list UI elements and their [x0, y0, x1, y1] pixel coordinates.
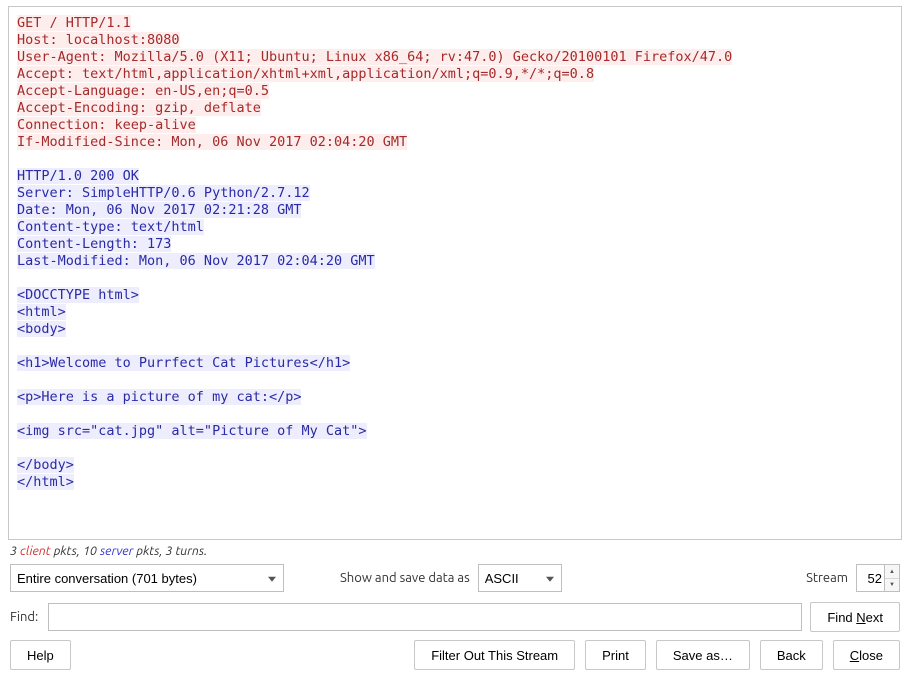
format-select[interactable]: ASCII: [478, 564, 562, 592]
stream-up-button[interactable]: ▲: [885, 565, 899, 579]
find-label: Find:: [10, 610, 40, 624]
conversation-select[interactable]: Entire conversation (701 bytes): [10, 564, 284, 592]
show-save-label: Show and save data as: [340, 571, 470, 585]
print-button[interactable]: Print: [585, 640, 646, 670]
stream-down-button[interactable]: ▼: [885, 579, 899, 592]
find-row: Find: Find Next: [10, 602, 900, 632]
packet-stats: 3 client pkts, 10 server pkts, 3 turns.: [10, 544, 900, 558]
back-button[interactable]: Back: [760, 640, 823, 670]
display-options-row: Entire conversation (701 bytes) Show and…: [10, 564, 900, 592]
stream-number-input[interactable]: [856, 564, 884, 592]
action-button-row: Help Filter Out This Stream Print Save a…: [10, 640, 900, 670]
save-as-button[interactable]: Save as…: [656, 640, 750, 670]
close-button[interactable]: Close: [833, 640, 900, 670]
stream-text: GET / HTTP/1.1 Host: localhost:8080 User…: [17, 15, 893, 491]
filter-out-button[interactable]: Filter Out This Stream: [414, 640, 575, 670]
stream-label: Stream: [806, 571, 848, 585]
stream-content-panel[interactable]: GET / HTTP/1.1 Host: localhost:8080 User…: [8, 6, 902, 540]
find-next-button[interactable]: Find Next: [810, 602, 900, 632]
stream-spinbox[interactable]: ▲ ▼: [856, 564, 900, 592]
client-request-block: GET / HTTP/1.1 Host: localhost:8080 User…: [17, 15, 732, 150]
find-input[interactable]: [48, 603, 802, 631]
server-response-block: HTTP/1.0 200 OK Server: SimpleHTTP/0.6 P…: [17, 168, 375, 490]
help-button[interactable]: Help: [10, 640, 71, 670]
